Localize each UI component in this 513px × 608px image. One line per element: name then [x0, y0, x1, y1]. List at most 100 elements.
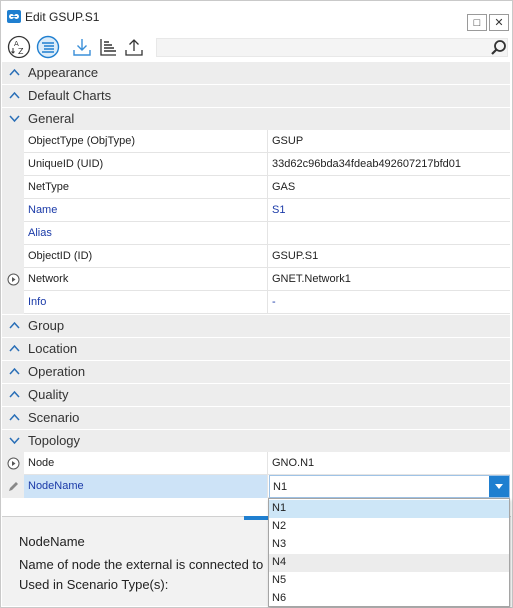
chevron-up-icon	[9, 68, 20, 76]
category-label: Default Charts	[28, 88, 112, 103]
row-gutter	[2, 268, 24, 291]
nodename-dropdown-list[interactable]: N1 N2 N3 N4 N5 N6	[268, 498, 510, 607]
property-name: ObjectType (ObjType)	[24, 130, 268, 153]
category-appearance[interactable]: Appearance	[2, 62, 510, 84]
chevron-up-icon	[9, 413, 20, 421]
combobox-value: N1	[273, 481, 288, 493]
property-name: Info	[24, 291, 268, 314]
property-row-network[interactable]: Network GNET.Network1	[2, 268, 510, 291]
property-name: Network	[24, 268, 268, 291]
row-gutter	[2, 291, 24, 314]
maximize-button[interactable]: □	[467, 14, 487, 31]
navigate-arrow-icon[interactable]	[7, 457, 20, 470]
category-label: Quality	[28, 387, 69, 402]
hierarchy-button[interactable]	[96, 35, 120, 59]
category-scenario[interactable]: Scenario	[2, 407, 510, 429]
category-label: Location	[28, 341, 78, 356]
dropdown-option[interactable]: N5	[269, 572, 509, 590]
row-gutter	[2, 475, 24, 498]
row-gutter	[2, 245, 24, 268]
search-icon[interactable]	[490, 39, 507, 56]
navigate-arrow-icon[interactable]	[7, 273, 20, 286]
category-operation[interactable]: Operation	[2, 361, 510, 383]
edit-window: Edit GSUP.S1 □ ✕ A Z Appearance Default …	[0, 0, 513, 608]
category-label: General	[28, 111, 75, 126]
category-general[interactable]: General	[2, 108, 510, 130]
category-default-charts[interactable]: Default Charts	[2, 85, 510, 107]
property-row-uniqueid[interactable]: UniqueID (UID) 33d62c96bda34fdeab4926072…	[2, 153, 510, 176]
property-row-nettype[interactable]: NetType GAS	[2, 176, 510, 199]
app-logo-icon	[7, 10, 21, 23]
dropdown-option[interactable]: N2	[269, 518, 509, 536]
row-gutter	[2, 199, 24, 222]
property-row-name[interactable]: Name S1	[2, 199, 510, 222]
import-button[interactable]	[70, 35, 94, 59]
property-name: NodeName	[24, 475, 268, 498]
property-value[interactable]: S1	[269, 199, 510, 222]
row-gutter	[2, 153, 24, 176]
property-value[interactable]: GNET.Network1	[269, 268, 510, 291]
property-value[interactable]: 33d62c96bda34fdeab492607217bfd01	[269, 153, 510, 176]
export-button[interactable]	[122, 35, 146, 59]
dropdown-option[interactable]: N4	[269, 554, 509, 572]
category-location[interactable]: Location	[2, 338, 510, 360]
property-row-alias[interactable]: Alias	[2, 222, 510, 245]
property-name: Node	[24, 452, 268, 475]
chevron-up-icon	[9, 91, 20, 99]
title-bar[interactable]: Edit GSUP.S1 □ ✕	[1, 1, 512, 31]
search-input[interactable]	[156, 38, 508, 57]
property-value[interactable]: GSUP.S1	[269, 245, 510, 268]
maximize-icon: □	[473, 16, 481, 29]
property-value[interactable]: GNO.N1	[269, 452, 510, 475]
property-value[interactable]	[269, 222, 510, 245]
property-value[interactable]: -	[269, 291, 510, 314]
categorized-view-button[interactable]	[36, 35, 60, 59]
sort-alphabetical-button[interactable]: A Z	[7, 35, 31, 59]
dropdown-option[interactable]: N6	[269, 590, 509, 608]
property-value[interactable]: GAS	[269, 176, 510, 199]
nodename-combobox[interactable]: N1	[269, 475, 510, 498]
category-topology[interactable]: Topology	[2, 430, 510, 452]
property-row-objectid[interactable]: ObjectID (ID) GSUP.S1	[2, 245, 510, 268]
row-gutter	[2, 130, 24, 153]
property-name: UniqueID (UID)	[24, 153, 268, 176]
description-text: Name of node the external is connected t…	[19, 557, 264, 572]
property-name: ObjectID (ID)	[24, 245, 268, 268]
dropdown-option[interactable]: N1	[269, 500, 509, 518]
categorized-icon	[36, 35, 60, 59]
pencil-icon	[9, 482, 18, 491]
close-button[interactable]: ✕	[489, 14, 509, 31]
row-gutter	[2, 452, 24, 475]
category-label: Operation	[28, 364, 86, 379]
chevron-up-icon	[9, 321, 20, 329]
category-label: Scenario	[28, 410, 80, 425]
property-value[interactable]: GSUP	[269, 130, 510, 153]
combobox-dropdown-button[interactable]	[489, 476, 509, 497]
chevron-down-icon	[495, 483, 503, 489]
dropdown-option[interactable]: N3	[269, 536, 509, 554]
property-name: Name	[24, 199, 268, 222]
category-label: Group	[28, 318, 65, 333]
category-quality[interactable]: Quality	[2, 384, 510, 406]
property-row-nodename[interactable]: NodeName N1	[2, 475, 510, 498]
property-name: NetType	[24, 176, 268, 199]
category-label: Topology	[28, 433, 81, 448]
close-icon: ✕	[494, 17, 504, 29]
row-gutter	[2, 176, 24, 199]
chevron-up-icon	[9, 367, 20, 375]
description-scenario-types: Used in Scenario Type(s):	[19, 577, 169, 592]
property-row-info[interactable]: Info -	[2, 291, 510, 314]
window-title: Edit GSUP.S1	[25, 10, 100, 24]
category-label: Appearance	[28, 65, 99, 80]
chevron-down-icon	[9, 115, 20, 123]
chevron-up-icon	[9, 390, 20, 398]
category-group[interactable]: Group	[2, 315, 510, 337]
row-gutter	[2, 222, 24, 245]
property-row-objecttype[interactable]: ObjectType (ObjType) GSUP	[2, 130, 510, 153]
property-row-node[interactable]: Node GNO.N1	[2, 452, 510, 475]
sort-alphabetical-icon: A Z	[7, 35, 31, 59]
panel-splitter[interactable]	[244, 516, 268, 520]
property-name: Alias	[24, 222, 268, 245]
svg-text:Z: Z	[18, 47, 24, 56]
upload-icon	[125, 39, 143, 56]
